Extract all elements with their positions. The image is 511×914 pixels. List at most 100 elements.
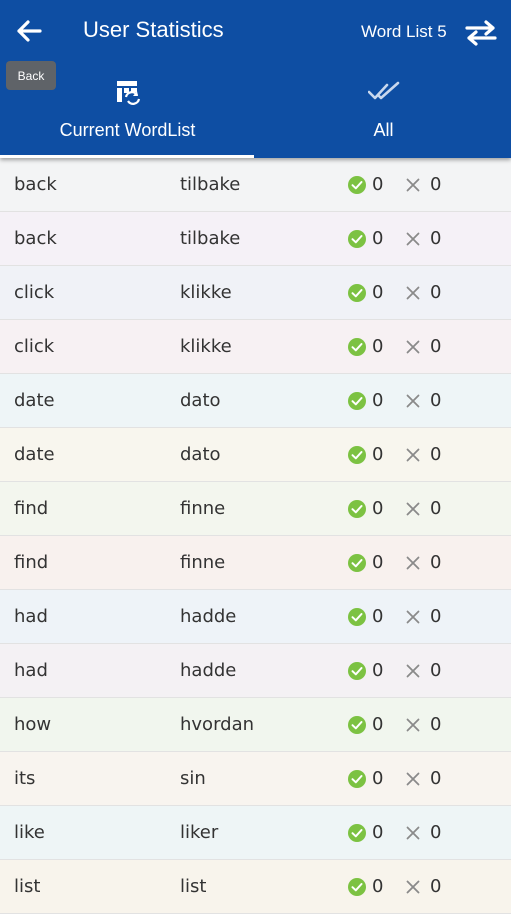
- check-circle-icon: [348, 176, 366, 194]
- cross-icon: [406, 880, 420, 894]
- wrong-count: 0: [430, 714, 442, 735]
- word: its: [14, 768, 36, 789]
- tab-label: Current WordList: [59, 120, 196, 140]
- wrong-count: 0: [430, 822, 442, 843]
- list-item[interactable]: back tilbake 0 0: [0, 212, 511, 266]
- check-circle-icon: [348, 608, 366, 626]
- translation: finne: [180, 498, 226, 519]
- tab-all[interactable]: All: [256, 68, 511, 158]
- check-circle-icon: [348, 770, 366, 788]
- word-list-label: Word List 5: [361, 22, 447, 41]
- word: like: [14, 822, 45, 843]
- check-circle-icon: [348, 230, 366, 248]
- wrong-count: 0: [430, 390, 442, 411]
- check-circle-icon: [348, 338, 366, 356]
- check-circle-icon: [348, 392, 366, 410]
- wrong-count: 0: [430, 336, 442, 357]
- translation: sin: [180, 768, 206, 789]
- check-circle-icon: [348, 716, 366, 734]
- translation: dato: [180, 444, 221, 465]
- list-item[interactable]: find finne 0 0: [0, 536, 511, 590]
- list-item[interactable]: had hadde 0 0: [0, 590, 511, 644]
- translation: liker: [180, 822, 219, 843]
- correct-count: 0: [372, 390, 384, 411]
- word: click: [14, 336, 55, 357]
- word: had: [14, 660, 48, 681]
- cross-icon: [406, 232, 420, 246]
- translation: hadde: [180, 606, 237, 627]
- tab-current-wordlist[interactable]: Current WordList: [0, 68, 255, 158]
- correct-count: 0: [372, 768, 384, 789]
- list-item[interactable]: how hvordan 0 0: [0, 698, 511, 752]
- wrong-count: 0: [430, 660, 442, 681]
- arrow-left-icon: [17, 20, 42, 42]
- check-circle-icon: [348, 500, 366, 518]
- tab-label: All: [373, 120, 394, 140]
- cross-icon: [406, 502, 420, 516]
- list-item[interactable]: like liker 0 0: [0, 806, 511, 860]
- cross-icon: [406, 286, 420, 300]
- translation: dato: [180, 390, 221, 411]
- translation: tilbake: [180, 174, 241, 195]
- correct-count: 0: [372, 336, 384, 357]
- translation: hvordan: [180, 714, 255, 735]
- correct-count: 0: [372, 282, 384, 303]
- list-item[interactable]: date dato 0 0: [0, 428, 511, 482]
- check-circle-icon: [348, 446, 366, 464]
- word: had: [14, 606, 48, 627]
- correct-count: 0: [372, 822, 384, 843]
- cross-icon: [406, 394, 420, 408]
- check-circle-icon: [348, 284, 366, 302]
- correct-count: 0: [372, 444, 384, 465]
- wordlist-refresh-icon: [115, 78, 141, 106]
- wrong-count: 0: [430, 768, 442, 789]
- cross-icon: [406, 826, 420, 840]
- word: find: [14, 552, 49, 573]
- list-item[interactable]: back tilbake 0 0: [0, 158, 511, 212]
- check-circle-icon: [348, 878, 366, 896]
- check-circle-icon: [348, 824, 366, 842]
- correct-count: 0: [372, 174, 384, 195]
- list-item[interactable]: list list 0 0: [0, 860, 511, 914]
- check-circle-icon: [348, 662, 366, 680]
- swap-arrows-icon: [465, 20, 497, 46]
- page-title: User Statistics: [83, 17, 224, 42]
- translation: finne: [180, 552, 226, 573]
- list-item[interactable]: click klikke 0 0: [0, 320, 511, 374]
- word-statistics-list: back tilbake 0 0 back tilbake 0 0 click klikke 0 0 c…: [0, 158, 511, 914]
- wrong-count: 0: [430, 552, 442, 573]
- correct-count: 0: [372, 714, 384, 735]
- cross-icon: [406, 448, 420, 462]
- translation: hadde: [180, 660, 237, 681]
- word: how: [14, 714, 52, 735]
- word: click: [14, 282, 55, 303]
- wrong-count: 0: [430, 606, 442, 627]
- correct-count: 0: [372, 228, 384, 249]
- wrong-count: 0: [430, 444, 442, 465]
- check-circle-icon: [348, 554, 366, 572]
- app-bar: Back User Statistics Word List 5 Current…: [0, 0, 511, 158]
- word: back: [14, 228, 57, 249]
- correct-count: 0: [372, 498, 384, 519]
- correct-count: 0: [372, 660, 384, 681]
- list-item[interactable]: had hadde 0 0: [0, 644, 511, 698]
- double-check-icon: [367, 78, 400, 106]
- list-item[interactable]: its sin 0 0: [0, 752, 511, 806]
- wrong-count: 0: [430, 228, 442, 249]
- word: date: [14, 444, 55, 465]
- wrong-count: 0: [430, 498, 442, 519]
- list-item[interactable]: date dato 0 0: [0, 374, 511, 428]
- cross-icon: [406, 772, 420, 786]
- word: date: [14, 390, 55, 411]
- list-item[interactable]: find finne 0 0: [0, 482, 511, 536]
- word: list: [14, 876, 41, 897]
- wrong-count: 0: [430, 174, 442, 195]
- list-item[interactable]: click klikke 0 0: [0, 266, 511, 320]
- translation: klikke: [180, 282, 232, 303]
- tab-indicator: [0, 155, 254, 158]
- correct-count: 0: [372, 552, 384, 573]
- swap-button[interactable]: [462, 17, 500, 49]
- back-button[interactable]: [12, 14, 46, 48]
- wrong-count: 0: [430, 876, 442, 897]
- cross-icon: [406, 556, 420, 570]
